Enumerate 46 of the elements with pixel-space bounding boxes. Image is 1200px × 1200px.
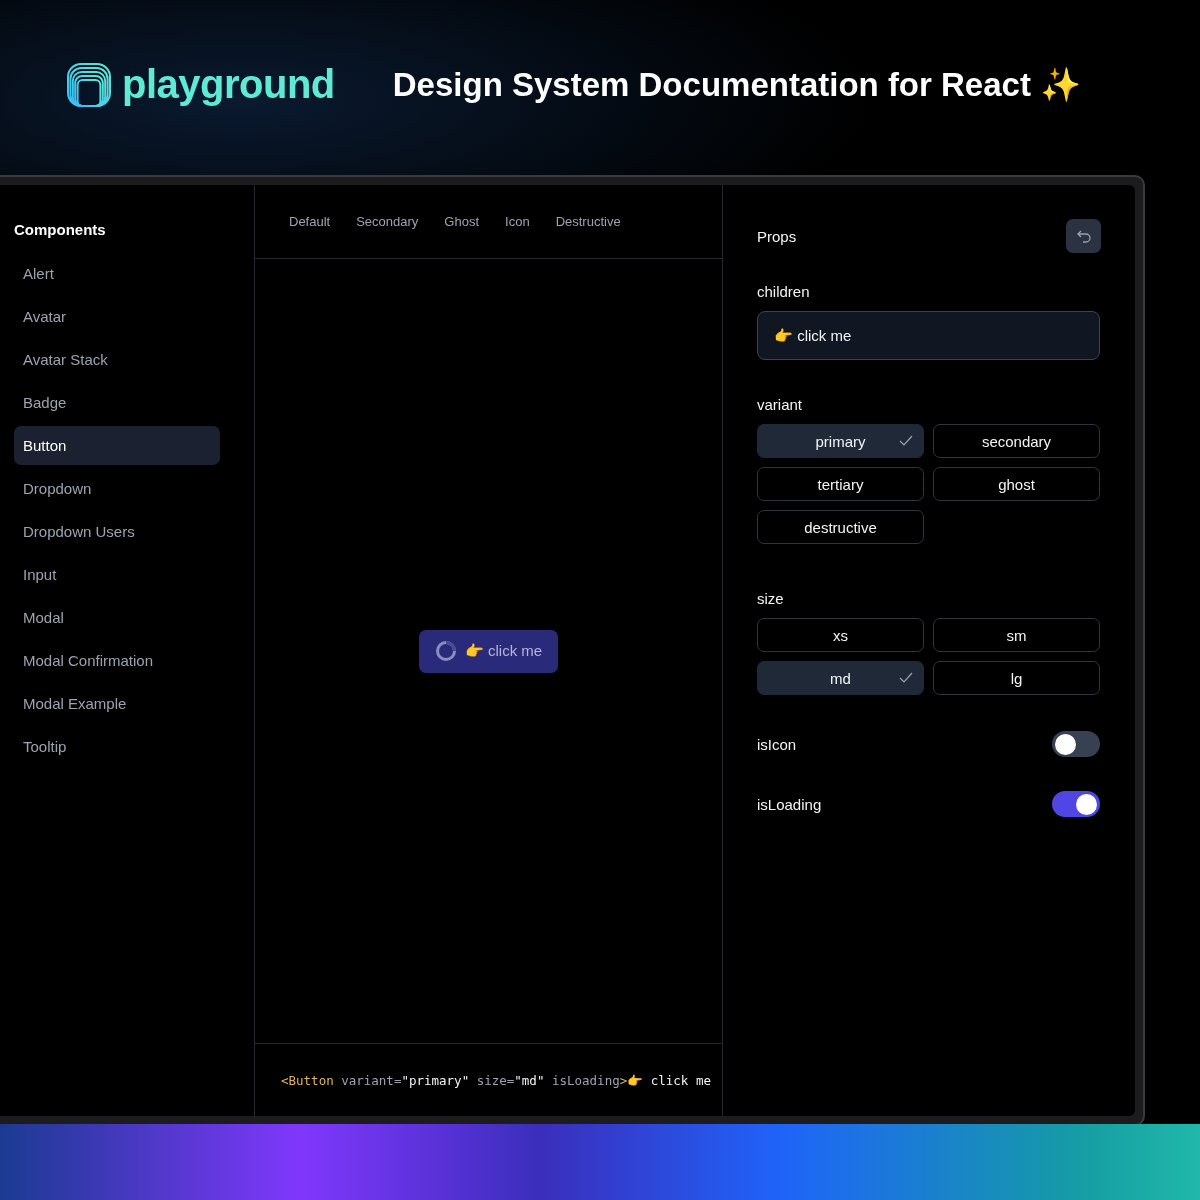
- sidebar-item[interactable]: Dropdown: [14, 469, 220, 508]
- size-option[interactable]: lg: [933, 661, 1100, 695]
- toggle-label: isLoading: [757, 795, 822, 813]
- sidebar-item[interactable]: Modal Example: [14, 684, 220, 723]
- size-option[interactable]: md: [757, 661, 924, 695]
- sidebar-item[interactable]: Button: [14, 426, 220, 465]
- sidebar-item[interactable]: Tooltip: [14, 727, 220, 766]
- variant-option[interactable]: secondary: [933, 424, 1100, 458]
- code-snippet: <Button variant="primary" size="md" isLoading>👉 click me: [281, 1072, 711, 1088]
- reset-button[interactable]: [1066, 219, 1101, 253]
- variant-tab[interactable]: Icon: [505, 214, 530, 229]
- spinner-icon: [434, 640, 457, 662]
- variant-option[interactable]: primary: [757, 424, 924, 458]
- logo-icon: [66, 61, 112, 108]
- sidebar-title: Components: [14, 221, 107, 238]
- variant-option[interactable]: tertiary: [757, 467, 924, 501]
- variant-option[interactable]: ghost: [933, 467, 1100, 501]
- size-option[interactable]: xs: [757, 618, 924, 652]
- page-headline: Design System Documentation for React ✨: [392, 65, 1082, 104]
- variant-tab[interactable]: Ghost: [444, 214, 480, 229]
- variant-option[interactable]: destructive: [757, 510, 924, 544]
- prop-label: size: [757, 590, 785, 607]
- toggle-switch[interactable]: [1052, 791, 1100, 817]
- children-input-field[interactable]: 👉 click me: [757, 311, 1100, 360]
- sidebar-item[interactable]: Modal Confirmation: [14, 641, 220, 680]
- sidebar-item[interactable]: Modal: [14, 598, 220, 637]
- sidebar-item[interactable]: Alert: [14, 254, 220, 293]
- toggle-switch[interactable]: [1052, 731, 1100, 757]
- sidebar-item[interactable]: Input: [14, 555, 220, 594]
- check-icon: [899, 435, 913, 447]
- sidebar-item[interactable]: Dropdown Users: [14, 512, 220, 551]
- preview-button[interactable]: 👉 click me: [418, 629, 559, 673]
- sidebar-item[interactable]: Avatar: [14, 297, 220, 336]
- toggle-label: isIcon: [757, 735, 797, 753]
- sidebar-item[interactable]: Avatar Stack: [14, 340, 220, 379]
- variant-tab[interactable]: Destructive: [555, 214, 621, 229]
- check-icon: [899, 672, 913, 684]
- props-title: Props: [757, 227, 797, 245]
- brand-name: playground: [122, 62, 335, 107]
- prop-label: children: [757, 283, 811, 300]
- size-option[interactable]: sm: [933, 618, 1100, 652]
- sidebar-item[interactable]: Badge: [14, 383, 220, 422]
- prop-label: variant: [757, 396, 804, 413]
- variant-tab[interactable]: Default: [289, 214, 331, 229]
- undo-icon: [1075, 228, 1092, 244]
- variant-tab[interactable]: Secondary: [356, 214, 419, 229]
